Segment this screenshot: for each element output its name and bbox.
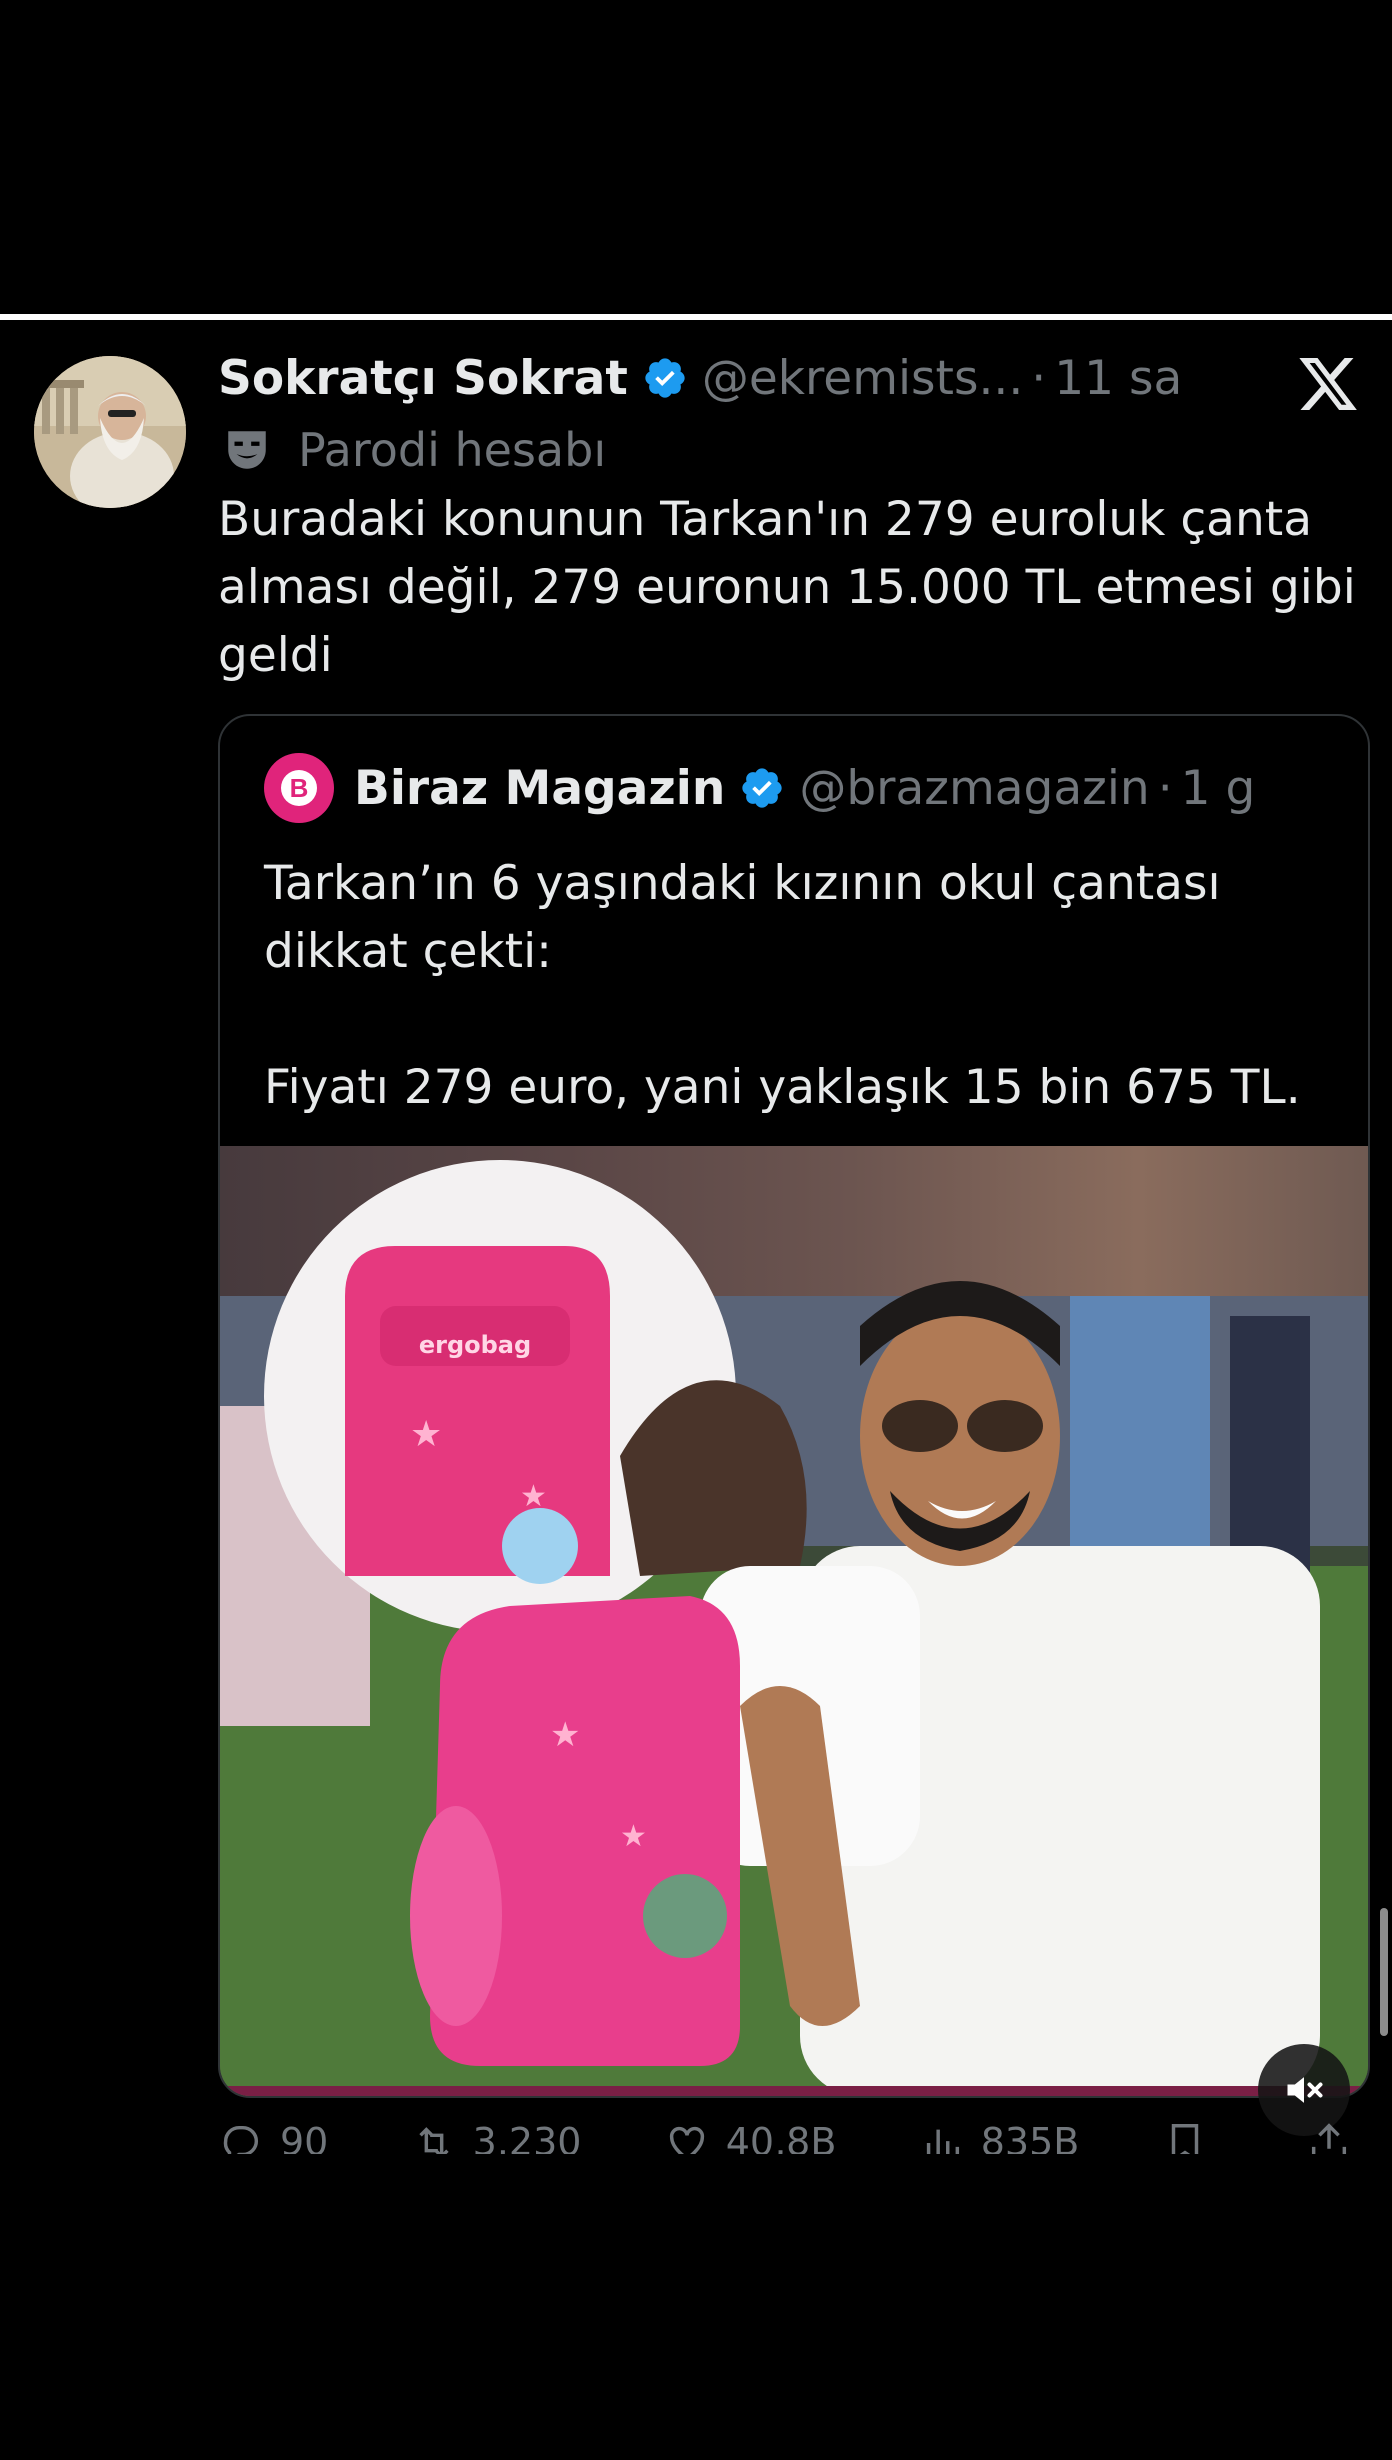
like-button[interactable]: 40,8B bbox=[664, 2120, 837, 2154]
quoted-tweet-media[interactable]: ergobag ★ ★ ★ ★ bbox=[220, 1146, 1368, 2096]
quoted-author-avatar[interactable]: B bbox=[264, 753, 334, 823]
author-avatar[interactable] bbox=[34, 356, 186, 508]
parody-label-text: Parodi hesabı bbox=[298, 423, 607, 477]
screenshot-top-divider bbox=[0, 314, 1392, 320]
reply-count: 90 bbox=[280, 2120, 329, 2154]
repost-count: 3.230 bbox=[472, 2120, 582, 2154]
heart-icon bbox=[669, 2126, 704, 2154]
author-name[interactable]: Sokratçı Sokrat bbox=[218, 351, 628, 406]
quoted-tweet-text: Tarkan’ın 6 yaşındaki kızının okul çanta… bbox=[264, 856, 1301, 1115]
quoted-timestamp[interactable]: 1 g bbox=[1181, 761, 1256, 816]
repost-button[interactable]: 3.230 bbox=[411, 2120, 582, 2154]
unicorn-patch bbox=[502, 1508, 578, 1584]
speaker-muted-icon bbox=[1287, 2077, 1323, 2103]
bookmark-icon bbox=[1171, 2124, 1198, 2154]
quoted-brand-logo-icon: B bbox=[281, 770, 317, 806]
views-button[interactable]: 835B bbox=[919, 2120, 1080, 2154]
reply-button[interactable]: 90 bbox=[218, 2120, 328, 2154]
quoted-header-separator: · bbox=[1157, 760, 1173, 816]
scrollbar-thumb[interactable] bbox=[1380, 1908, 1388, 2036]
sunglasses-lens bbox=[967, 1400, 1043, 1452]
like-count: 40,8B bbox=[725, 2120, 837, 2154]
quoted-avatar-letter: B bbox=[290, 773, 309, 803]
bag-brand-text: ergobag bbox=[419, 1331, 531, 1359]
x-logo-icon[interactable] bbox=[1296, 352, 1360, 416]
backpack-side-pocket bbox=[410, 1806, 502, 2026]
share-icon bbox=[1311, 2123, 1346, 2154]
star-decoration: ★ bbox=[550, 1715, 580, 1755]
tweet-text: Buradaki konunun Tarkan'ın 279 euroluk ç… bbox=[218, 492, 1356, 683]
media-photo: ergobag ★ ★ ★ ★ bbox=[220, 1160, 1368, 2096]
verified-badge-icon bbox=[645, 358, 685, 398]
header-separator: · bbox=[1031, 350, 1047, 406]
quoted-verified-badge-icon bbox=[742, 768, 782, 808]
quoted-author-handle[interactable]: @brazmagazin bbox=[799, 761, 1149, 816]
quoted-tweet-header: B Biraz Magazin @brazmagazin · 1 g bbox=[264, 753, 1256, 823]
tweet-action-bar: 90 3.230 40,8B 835B bbox=[218, 2120, 1368, 2154]
parody-label: Parodi hesabı bbox=[222, 418, 606, 482]
reply-icon bbox=[223, 2125, 259, 2154]
share-button[interactable] bbox=[1306, 2120, 1368, 2154]
author-handle[interactable]: @ekremists... bbox=[702, 351, 1023, 406]
philosopher-portrait bbox=[34, 356, 186, 508]
media-bottom-edge bbox=[220, 2086, 1368, 2096]
theater-mask-icon bbox=[228, 431, 266, 469]
views-icon bbox=[926, 2129, 959, 2154]
tweet-timestamp[interactable]: 11 sa bbox=[1054, 351, 1182, 406]
sunglasses-lens bbox=[882, 1400, 958, 1452]
repost-icon bbox=[419, 2127, 449, 2154]
star-decoration: ★ bbox=[620, 1819, 647, 1854]
views-count: 835B bbox=[980, 2120, 1080, 2154]
bookmark-button[interactable] bbox=[1162, 2120, 1224, 2154]
quoted-tweet[interactable]: B Biraz Magazin @brazmagazin · 1 g Tarka… bbox=[218, 714, 1370, 2098]
backpack-badge bbox=[643, 1874, 727, 1958]
tweet-header: Sokratçı Sokrat @ekremists... · 11 sa bbox=[218, 346, 1182, 410]
star-decoration: ★ bbox=[410, 1414, 442, 1455]
quoted-author-name[interactable]: Biraz Magazin bbox=[354, 761, 725, 816]
